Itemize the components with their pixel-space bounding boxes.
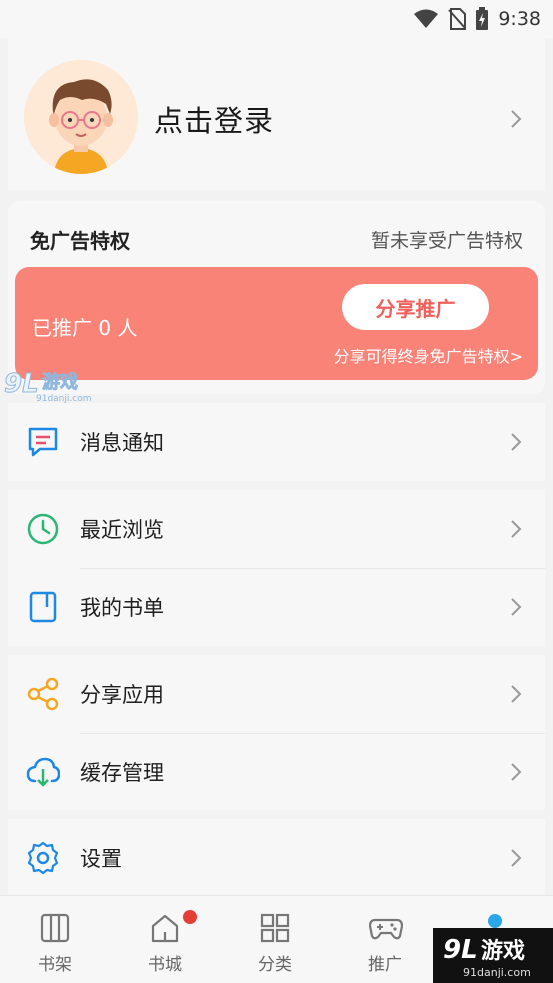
promo-banner: 已推广 0 人 分享推广 分享可得终身免广告特权> xyxy=(15,267,538,380)
chevron-right-icon xyxy=(511,849,522,867)
menu-group-tools: 分享应用 缓存管理 xyxy=(8,655,545,810)
tab-label: 分类 xyxy=(258,955,292,975)
avatar-illustration xyxy=(24,60,138,174)
chevron-right-icon xyxy=(511,685,522,703)
menu-group-settings: 设置 xyxy=(8,819,545,895)
svg-text:9L: 9L xyxy=(443,935,478,965)
svg-text:游戏: 游戏 xyxy=(42,371,78,393)
watermark-logo: 9L 游戏 91danji.com xyxy=(2,366,112,406)
tab-promote[interactable]: 推广 xyxy=(330,896,440,983)
cloud-download-icon xyxy=(26,757,60,787)
menu-item-share-app[interactable]: 分享应用 xyxy=(8,655,545,733)
watermark-badge: 9L 游戏 91danji.com xyxy=(433,928,553,983)
menu-item-settings[interactable]: 设置 xyxy=(8,819,545,897)
chevron-right-icon xyxy=(511,433,522,451)
chevron-right-icon xyxy=(511,110,522,128)
tab-bookstore[interactable]: 书城 xyxy=(110,896,220,983)
menu-label: 我的书单 xyxy=(80,596,164,620)
menu-label: 设置 xyxy=(80,847,122,871)
share-tip-link[interactable]: 分享可得终身免广告特权> xyxy=(334,343,523,367)
menu-item-notifications[interactable]: 消息通知 xyxy=(8,403,545,481)
login-label[interactable]: 点击登录 xyxy=(154,98,274,140)
ad-privilege-title: 免广告特权 xyxy=(30,229,130,253)
tab-category[interactable]: 分类 xyxy=(220,896,330,983)
avatar[interactable] xyxy=(24,60,138,174)
home-icon xyxy=(151,914,179,943)
bookmark-book-icon xyxy=(29,591,57,623)
status-icons: 9:38 xyxy=(413,6,541,32)
share-icon xyxy=(27,677,59,711)
tab-label: 推广 xyxy=(368,955,402,975)
menu-item-cache[interactable]: 缓存管理 xyxy=(8,733,545,811)
status-time: 9:38 xyxy=(498,8,541,30)
status-bar: 9:38 xyxy=(0,0,553,38)
chevron-right-icon xyxy=(511,598,522,616)
wifi-icon xyxy=(414,9,439,28)
bookshelf-icon xyxy=(40,913,70,943)
clock-icon xyxy=(27,513,59,545)
tab-label: 书架 xyxy=(38,955,72,975)
menu-item-booklist[interactable]: 我的书单 xyxy=(8,568,545,646)
category-grid-icon xyxy=(260,913,290,943)
no-sim-icon xyxy=(448,8,467,30)
ad-privilege-status: 暂未享受广告特权 xyxy=(370,230,523,252)
gamepad-icon xyxy=(369,918,403,940)
message-icon xyxy=(28,427,58,457)
menu-item-recent[interactable]: 最近浏览 xyxy=(8,490,545,568)
menu-label: 消息通知 xyxy=(80,431,164,455)
tab-bookshelf[interactable]: 书架 xyxy=(0,896,110,983)
menu-group-reading: 最近浏览 我的书单 xyxy=(8,490,545,646)
share-promo-button[interactable]: 分享推广 xyxy=(342,284,489,330)
svg-text:9L: 9L xyxy=(4,369,39,399)
notification-dot xyxy=(183,910,197,924)
chevron-right-icon xyxy=(511,520,522,538)
svg-text:91danji.com: 91danji.com xyxy=(463,966,531,979)
chevron-right-icon xyxy=(511,763,522,781)
menu-label: 分享应用 xyxy=(80,683,164,707)
gear-icon xyxy=(27,841,59,875)
promo-count: 已推广 0 人 xyxy=(32,316,138,340)
tab-label: 书城 xyxy=(148,955,182,975)
menu-label: 缓存管理 xyxy=(80,761,164,785)
svg-text:游戏: 游戏 xyxy=(481,938,525,964)
menu-label: 最近浏览 xyxy=(80,518,164,542)
profile-card[interactable]: 点击登录 xyxy=(8,38,545,190)
menu-group-messages: 消息通知 xyxy=(8,403,545,481)
battery-charging-icon xyxy=(476,7,489,30)
